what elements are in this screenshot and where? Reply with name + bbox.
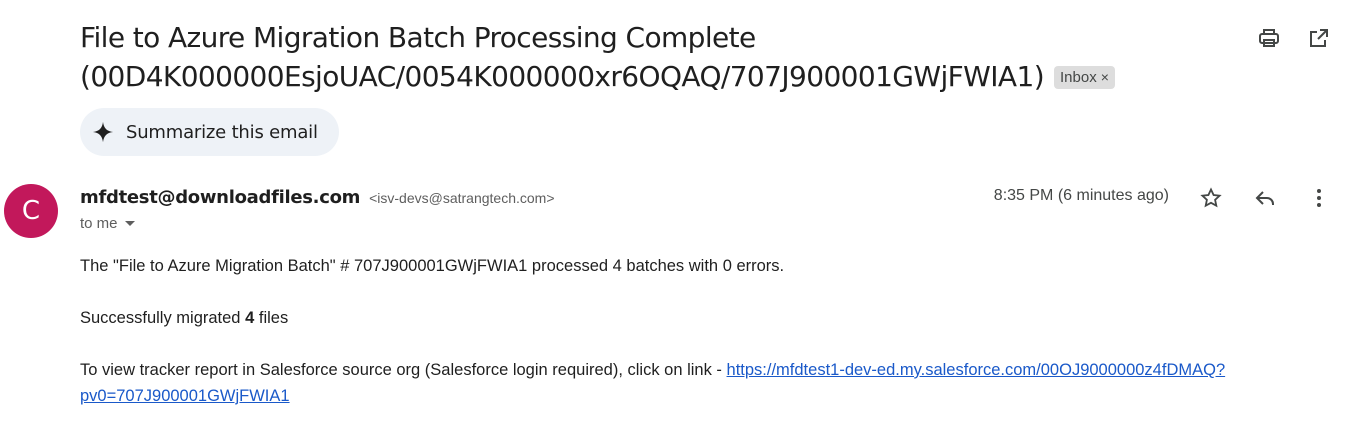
recipients-label: to me bbox=[80, 215, 118, 232]
sparkle-icon bbox=[92, 121, 114, 143]
migrated-suffix: files bbox=[258, 309, 289, 327]
message-actions bbox=[1199, 186, 1331, 210]
summarize-email-button[interactable]: Summarize this email bbox=[80, 108, 339, 156]
avatar[interactable]: C bbox=[4, 184, 58, 238]
inbox-label-chip[interactable]: Inbox × bbox=[1054, 66, 1115, 89]
email-body: The "File to Azure Migration Batch" # 70… bbox=[80, 253, 1330, 423]
chevron-down-icon bbox=[124, 221, 135, 226]
open-in-new-window-icon[interactable] bbox=[1307, 26, 1331, 50]
migrated-prefix: Successfully migrated bbox=[80, 309, 241, 327]
label-chip-text: Inbox bbox=[1060, 69, 1097, 86]
recipients-dropdown[interactable]: to me bbox=[80, 215, 135, 232]
body-line-2: Successfully migrated 4 files bbox=[80, 305, 1330, 331]
sender-name[interactable]: mfdtest@downloadfiles.com bbox=[80, 187, 360, 208]
remove-label-button[interactable]: × bbox=[1101, 69, 1109, 85]
body-line-1: The "File to Azure Migration Batch" # 70… bbox=[80, 257, 785, 275]
migrated-count: 4 bbox=[245, 309, 255, 327]
reply-icon[interactable] bbox=[1253, 186, 1277, 210]
message-time: 8:35 PM (6 minutes ago) bbox=[993, 187, 1169, 204]
email-subject: File to Azure Migration Batch Processing… bbox=[80, 18, 1240, 96]
summarize-label: Summarize this email bbox=[126, 121, 318, 143]
sender-line: mfdtest@downloadfiles.com <isv-devs@satr… bbox=[80, 186, 555, 209]
print-icon[interactable] bbox=[1257, 26, 1281, 50]
thread-actions bbox=[1257, 26, 1331, 50]
more-vert-icon[interactable] bbox=[1307, 186, 1331, 210]
subject-text: File to Azure Migration Batch Processing… bbox=[80, 21, 1045, 93]
sender-email: <isv-devs@satrangtech.com> bbox=[369, 190, 555, 206]
tracker-text: To view tracker report in Salesforce sou… bbox=[80, 361, 722, 379]
body-line-3: To view tracker report in Salesforce sou… bbox=[80, 357, 1330, 409]
star-icon[interactable] bbox=[1199, 186, 1223, 210]
